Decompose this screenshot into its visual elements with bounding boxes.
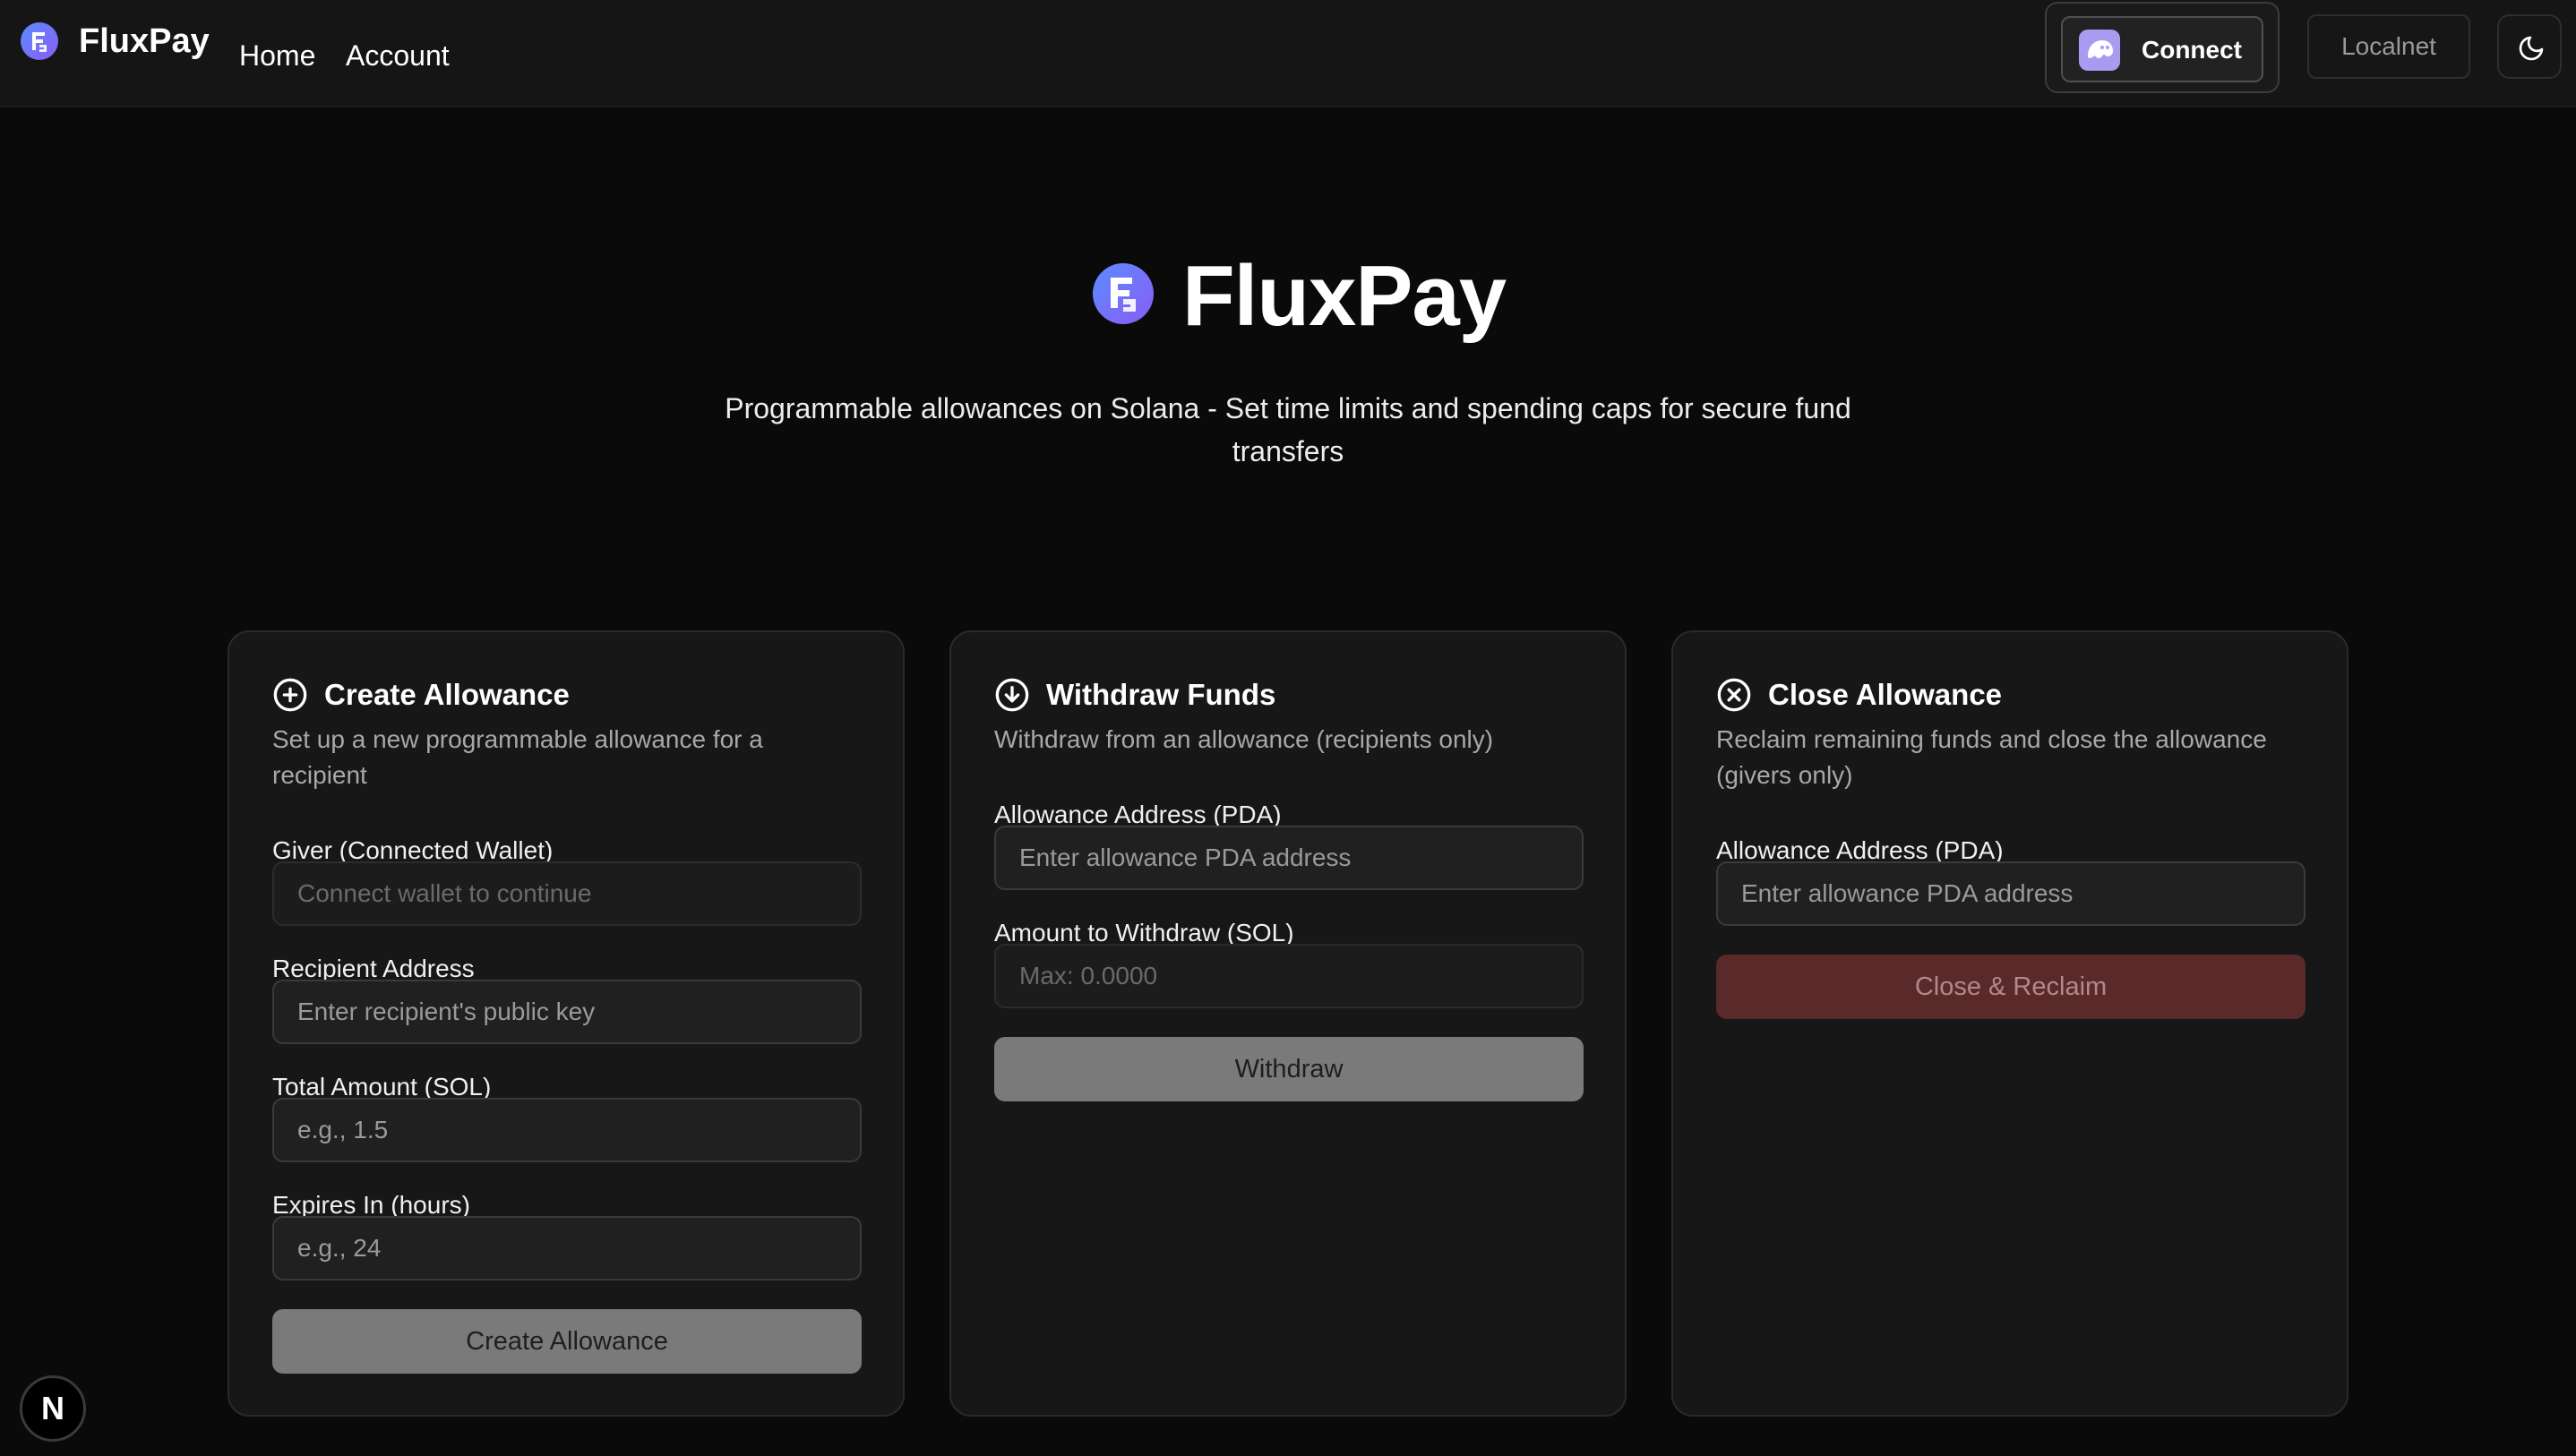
- card-description: Withdraw from an allowance (recipients o…: [994, 725, 1494, 753]
- x-circle-icon: [1717, 678, 1751, 712]
- plus-circle-icon: [273, 678, 307, 712]
- brand-name[interactable]: FluxPay: [79, 18, 210, 64]
- connect-wallet-button[interactable]: Connect: [2061, 16, 2263, 82]
- create-allowance-button[interactable]: Create Allowance: [272, 1309, 862, 1374]
- close-allowance-address-input[interactable]: [1716, 861, 2306, 926]
- theme-toggle-button[interactable]: [2497, 14, 2562, 79]
- create-allowance-card: Create Allowance Set up a new programmab…: [228, 630, 905, 1417]
- withdraw-amount-input[interactable]: [994, 944, 1584, 1008]
- total-amount-input[interactable]: [272, 1098, 862, 1162]
- hero-description: Programmable allowances on Solana - Set …: [725, 392, 1851, 467]
- fluxpay-hero-logo-icon: [1093, 263, 1154, 324]
- expires-in-input[interactable]: [272, 1216, 862, 1280]
- fluxpay-logo-icon[interactable]: [20, 21, 59, 61]
- nextjs-dev-badge[interactable]: N: [20, 1375, 86, 1442]
- withdraw-funds-card: Withdraw Funds Withdraw from an allowanc…: [949, 630, 1627, 1417]
- wallet-connect-container: Connect: [2045, 2, 2280, 93]
- card-title: Create Allowance: [324, 678, 570, 711]
- card-description: Set up a new programmable allowance for …: [272, 725, 763, 789]
- giver-wallet-field: [272, 861, 862, 926]
- arrow-down-circle-icon: [995, 678, 1029, 712]
- network-selector-button[interactable]: Localnet: [2307, 14, 2470, 79]
- nav-home-link[interactable]: Home: [239, 36, 315, 75]
- withdraw-allowance-address-input[interactable]: [994, 826, 1584, 890]
- card-title: Close Allowance: [1768, 678, 2003, 711]
- top-navbar: FluxPay Home Account Connect Localnet: [0, 0, 2576, 107]
- card-title: Withdraw Funds: [1046, 678, 1276, 711]
- close-reclaim-button[interactable]: Close & Reclaim: [1716, 955, 2306, 1019]
- nav-account-link[interactable]: Account: [346, 36, 450, 75]
- connect-wallet-label: Connect: [2142, 36, 2242, 64]
- withdraw-button[interactable]: Withdraw: [994, 1037, 1584, 1101]
- phantom-wallet-icon: [2079, 30, 2120, 71]
- nextjs-logo-icon: N: [41, 1390, 64, 1426]
- card-description: Reclaim remaining funds and close the al…: [1716, 725, 2267, 789]
- recipient-address-input[interactable]: [272, 980, 862, 1044]
- moon-icon: [2519, 36, 2544, 61]
- hero-title: FluxPay: [1182, 248, 1507, 344]
- close-allowance-card: Close Allowance Reclaim remaining funds …: [1671, 630, 2348, 1417]
